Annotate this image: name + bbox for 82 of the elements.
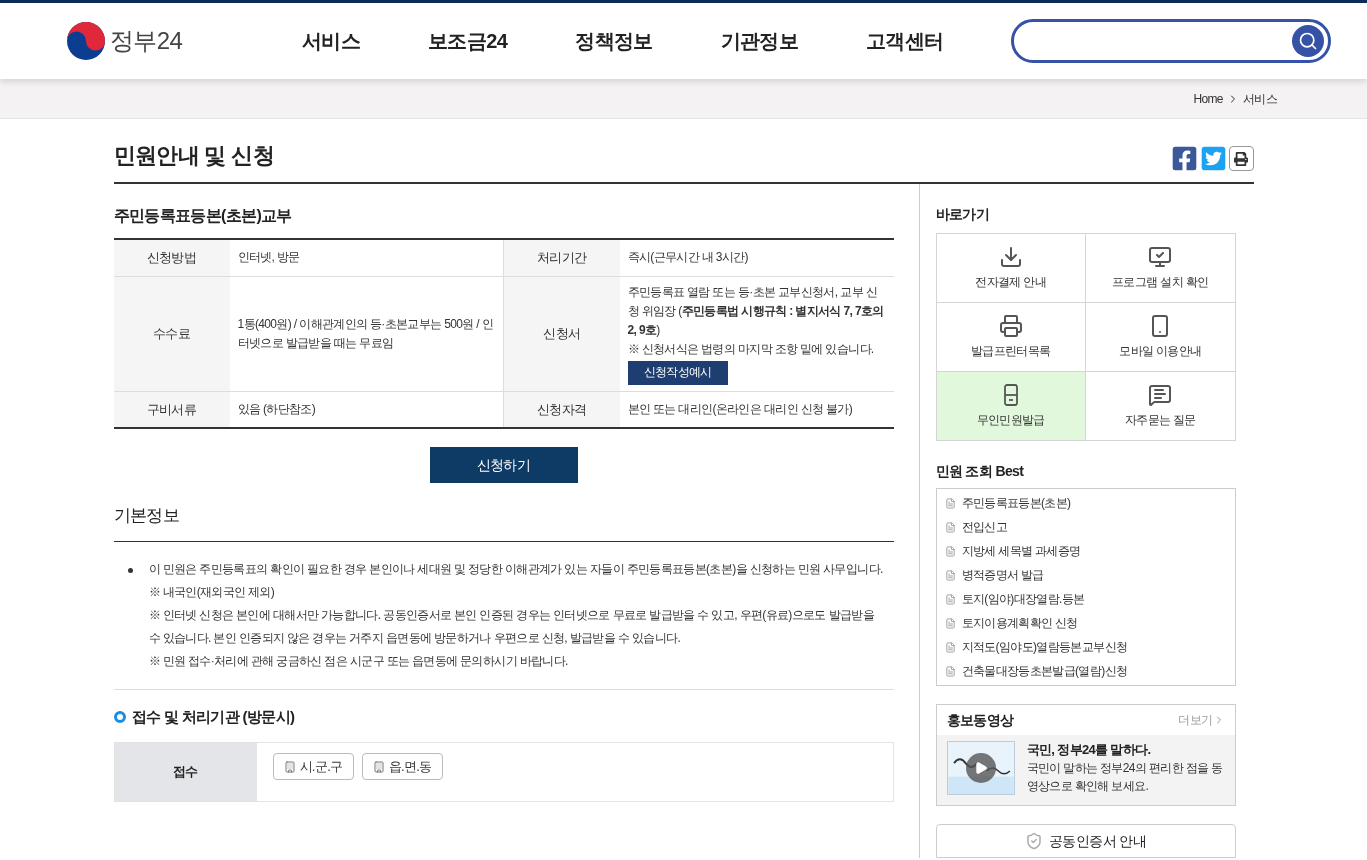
quick-link-label: 무인민원발급 xyxy=(976,412,1045,429)
table-cell: 즉시(근무시간 내 3시간) xyxy=(619,239,894,276)
quick-link[interactable]: 모바일 이용안내 xyxy=(1086,303,1236,372)
monitor-icon xyxy=(1148,245,1173,269)
nav-link[interactable]: 정책정보 xyxy=(575,26,653,56)
nav-link[interactable]: 서비스 xyxy=(302,26,361,56)
best-link[interactable]: 주민등록표등본(초본) xyxy=(961,494,1071,512)
print-icon xyxy=(1234,151,1248,166)
logo-text[interactable]: 정부24 xyxy=(110,23,183,59)
nav-link[interactable]: 고객센터 xyxy=(866,26,944,56)
info-paragraph: 이 민원은 주민등록표의 확인이 필요한 경우 본인이나 세대원 및 정당한 이해관계가 있는 자들이 주민등록표등본(초본)을 신청하는 민원 사무입니다. xyxy=(148,560,884,578)
document-icon xyxy=(944,617,956,629)
logo-icon xyxy=(66,21,106,61)
section-subtitle: 접수 및 처리기관 (방문시) xyxy=(131,706,295,727)
row-label: 처리기간 xyxy=(503,239,620,276)
quick-link-label: 전자결제 안내 xyxy=(975,274,1047,291)
bullet-icon xyxy=(127,567,133,573)
apply-button[interactable]: 신청하기 xyxy=(429,447,578,483)
certificate-link[interactable]: 공동인증서 안내 xyxy=(935,824,1236,858)
search-icon xyxy=(1298,31,1318,51)
quick-link-label: 발급프린터목록 xyxy=(971,343,1051,360)
quick-link[interactable]: 전자결제 안내 xyxy=(936,234,1086,303)
note-text: ※ 신청서식은 법령의 마지막 조항 밑에 있습니다. xyxy=(627,340,875,358)
building-icon xyxy=(372,760,385,773)
best-link[interactable]: 토지(임야)대장열람.등본 xyxy=(961,590,1085,608)
nav-link[interactable]: 기관정보 xyxy=(720,26,799,56)
document-icon xyxy=(944,545,956,557)
best-link[interactable]: 건축물대장등초본발급(열람)신청 xyxy=(961,662,1128,680)
best-link[interactable]: 토지이용계획확인 신청 xyxy=(961,614,1078,632)
info-note: ※ 민원 접수·처리에 관해 궁금하신 점은 시군구 또는 읍면동에 문의하시기 바랍니다. xyxy=(148,652,569,670)
quick-link-label: 프로그램 설치 확인 xyxy=(1112,274,1209,291)
quick-link[interactable]: 발급프린터목록 xyxy=(936,303,1086,372)
sidebar-title: 바로가기 xyxy=(935,205,990,224)
print-button[interactable] xyxy=(1228,146,1254,171)
quick-link-label: 자주묻는 질문 xyxy=(1124,412,1196,429)
row-label: 신청방법 xyxy=(113,239,230,276)
speech-bubble-icon xyxy=(1148,383,1173,407)
breadcrumb-link[interactable]: 서비스 xyxy=(1242,89,1277,108)
service-title: 주민등록표등본(초본)교부 xyxy=(113,206,293,226)
printer-icon xyxy=(998,314,1023,338)
quick-link[interactable]: 무인민원발급 xyxy=(936,372,1086,441)
shield-icon xyxy=(1025,832,1044,850)
agency-button[interactable]: 시.군.구 xyxy=(272,753,354,780)
bullet-icon xyxy=(113,710,126,723)
document-icon xyxy=(944,497,956,509)
info-note: ※ 인터넷 신청은 본인에 대해서만 가능합니다. 공동인증서로 본인 인증된 경우는 인터넷으로 무료로 발급받을 수 있고, 우편(유료)으로도 발급받을 수 있습니다. 본인 인증되지 않은 경우는 거주지 읍면동에 방문하거나 우편으로 신청, 발급받을 수 있습니다. xyxy=(148,606,875,647)
facebook-icon[interactable] xyxy=(1170,145,1198,172)
section-title: 기본정보 xyxy=(113,503,894,542)
search-button[interactable] xyxy=(1292,25,1324,57)
play-icon xyxy=(973,761,988,775)
table-cell-text: 주민등록표 열람 또는 등·초본 교부신청서, 교부 신청 위임장 (주민등록법 시행규칙 : 별지서식 7, 7호의2, 9호) xyxy=(627,283,885,339)
document-icon xyxy=(944,593,956,605)
document-icon xyxy=(944,569,956,581)
table-cell: 본인 또는 대리인(온라인은 대리인 신청 불가) xyxy=(619,391,894,428)
agency-button[interactable]: 읍.면.동 xyxy=(361,753,443,780)
document-icon xyxy=(944,521,956,533)
quick-link-label: 모바일 이용안내 xyxy=(1119,343,1202,360)
best-link[interactable]: 지적도(임야도)열람등본교부신청 xyxy=(961,638,1128,656)
row-label: 신청서 xyxy=(503,276,620,391)
row-label: 수수료 xyxy=(113,276,230,391)
best-link[interactable]: 지방세 세목별 과세증명 xyxy=(961,542,1081,560)
info-note: ※ 내국인(재외국인 제외) xyxy=(148,583,276,601)
download-icon xyxy=(998,245,1023,269)
row-label: 신청자격 xyxy=(503,391,620,428)
nav-link[interactable]: 보조금24 xyxy=(428,26,508,56)
quick-link[interactable]: 자주묻는 질문 xyxy=(1086,372,1236,441)
document-icon xyxy=(944,665,956,677)
quick-link[interactable]: 프로그램 설치 확인 xyxy=(1086,234,1236,303)
video-headline: 국민, 정부24를 말하다. xyxy=(1026,741,1152,759)
video-description: 국민이 말하는 정부24의 편리한 점을 동영상으로 확인해 보세요. xyxy=(1026,760,1224,795)
document-icon xyxy=(944,641,956,653)
page-title: 민원안내 및 신청 xyxy=(113,142,274,170)
building-icon xyxy=(283,760,296,773)
example-button[interactable]: 신청작성예시 xyxy=(627,360,728,385)
breadcrumb-link[interactable]: Home xyxy=(1193,89,1223,108)
row-label: 구비서류 xyxy=(113,391,230,428)
row-label: 접수 xyxy=(114,743,257,801)
best-link[interactable]: 전입신고 xyxy=(961,518,1007,536)
search-field[interactable] xyxy=(1011,19,1331,63)
best-link[interactable]: 병적증명서 발급 xyxy=(961,566,1044,584)
panel-title: 홍보동영상 xyxy=(946,710,1014,730)
sidebar-title: 민원 조회 Best xyxy=(935,462,1025,481)
